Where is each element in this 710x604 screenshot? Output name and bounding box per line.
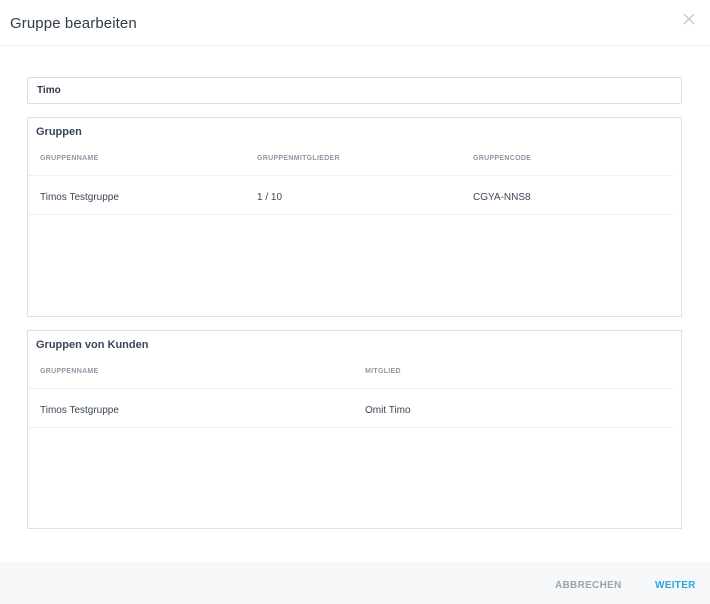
next-button[interactable]: WEITER: [655, 580, 696, 591]
group-members-cell: 1 / 10: [257, 192, 283, 203]
customer-member-cell: Omit Timo: [365, 405, 411, 416]
table-row[interactable]: Timos Testgruppe 1 / 10 CGYA-NNS8: [28, 175, 674, 215]
customer-groups-panel: Gruppen von Kunden GRUPPENNAME MITGLIED …: [27, 330, 682, 529]
dialog-header: Gruppe bearbeiten: [0, 0, 710, 46]
groups-panel: Gruppen GRUPPENNAME GRUPPENMITGLIEDER GR…: [27, 117, 682, 317]
close-icon[interactable]: [680, 10, 698, 28]
group-name-cell: Timos Testgruppe: [40, 192, 119, 203]
table-row[interactable]: Timos Testgruppe Omit Timo: [28, 388, 674, 428]
group-code-cell: CGYA-NNS8: [473, 192, 531, 203]
customer-group-name-cell: Timos Testgruppe: [40, 405, 119, 416]
column-header-groupname: GRUPPENNAME: [40, 368, 99, 375]
column-header-groupname: GRUPPENNAME: [40, 155, 99, 162]
column-header-group-members: GRUPPENMITGLIEDER: [257, 155, 340, 162]
column-header-member: MITGLIED: [365, 368, 401, 375]
column-header-group-code: GRUPPENCODE: [473, 155, 532, 162]
edit-group-dialog: Gruppe bearbeiten Gruppen GRUPPENNAME GR…: [0, 0, 710, 604]
dialog-footer: ABBRECHEN WEITER: [0, 562, 710, 604]
groups-panel-title: Gruppen: [36, 126, 82, 138]
cancel-button[interactable]: ABBRECHEN: [555, 580, 622, 591]
customer-groups-panel-title: Gruppen von Kunden: [36, 339, 149, 351]
group-name-input[interactable]: [27, 77, 682, 104]
dialog-title: Gruppe bearbeiten: [10, 15, 137, 32]
